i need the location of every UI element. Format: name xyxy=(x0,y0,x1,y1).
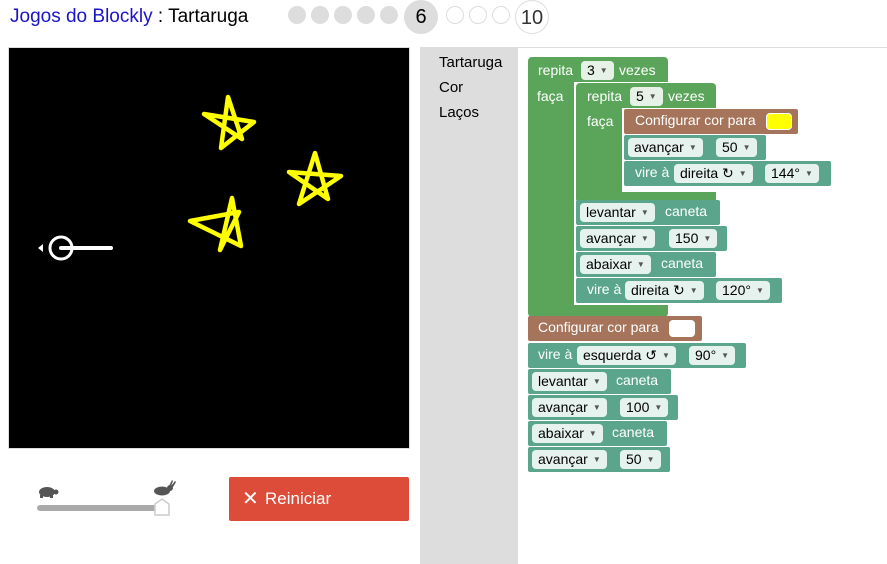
last-level[interactable]: 10 xyxy=(515,0,549,34)
close-icon: ✕ xyxy=(242,488,259,510)
turn-dir-1[interactable]: direita ↻ ▼ xyxy=(674,164,753,183)
pen-down-2-value: abaixar xyxy=(538,425,584,441)
pen-down-dropdown-2[interactable]: abaixar ▼ xyxy=(532,424,603,443)
move-value-1-text: 50 xyxy=(722,139,738,155)
set-color-label-2: Configurar cor para xyxy=(538,319,659,335)
current-level[interactable]: 6 xyxy=(404,0,438,34)
level-dot-2[interactable] xyxy=(311,6,329,24)
turn-dir-2[interactable]: direita ↻ ▼ xyxy=(625,281,704,300)
repeat-outer-label: repita xyxy=(538,62,574,78)
repeat-outer-count-value: 3 xyxy=(587,62,595,78)
speed-slider[interactable] xyxy=(37,480,177,520)
move-dir-2-value: avançar xyxy=(586,230,636,246)
speed-knob[interactable] xyxy=(154,498,170,516)
star-1 xyxy=(201,94,257,151)
repeat-inner-times: vezes xyxy=(668,88,705,104)
turn-dir-1-value: direita ↻ xyxy=(680,165,734,181)
move-value-2[interactable]: 150 ▼ xyxy=(669,229,718,248)
color-swatch-white[interactable] xyxy=(669,320,695,337)
move-value-4-text: 50 xyxy=(626,451,642,467)
reset-button[interactable]: ✕ Reiniciar xyxy=(229,477,409,521)
level-dot-7[interactable] xyxy=(446,6,464,24)
repeat-inner-count-value: 5 xyxy=(636,88,644,104)
level-dot-5[interactable] xyxy=(380,6,398,24)
turtle-icon xyxy=(38,235,113,261)
rabbit-fast-icon xyxy=(154,480,176,496)
turn-label-1: vire à xyxy=(635,164,670,180)
move-dir-4[interactable]: avançar ▼ xyxy=(532,450,607,469)
turn-dir-3[interactable]: esquerda ↺ ▼ xyxy=(577,346,676,365)
repeat-outer-count[interactable]: 3 ▼ xyxy=(581,61,614,80)
repeat-inner-do: faça xyxy=(587,113,614,129)
repeat-inner-count[interactable]: 5 ▼ xyxy=(630,87,663,106)
pen-label-3: caneta xyxy=(616,372,659,388)
level-dot-4[interactable] xyxy=(357,6,375,24)
turn-angle-2[interactable]: 120° ▼ xyxy=(716,281,770,300)
move-value-3-text: 100 xyxy=(626,399,650,415)
move-dir-3-value: avançar xyxy=(538,399,588,415)
turn-angle-1[interactable]: 144° ▼ xyxy=(765,164,819,183)
pen-up-1-value: levantar xyxy=(586,204,636,220)
color-swatch-yellow[interactable] xyxy=(766,113,792,130)
move-dir-3[interactable]: avançar ▼ xyxy=(532,398,607,417)
repeat-inner-label: repita xyxy=(587,88,623,104)
move-dir-1[interactable]: avançar ▼ xyxy=(628,138,703,157)
move-value-2-text: 150 xyxy=(675,230,699,246)
reset-label: Reiniciar xyxy=(265,489,332,508)
turtle-slow-icon xyxy=(39,487,59,498)
pen-label-4: caneta xyxy=(612,424,655,440)
pen-label-2: caneta xyxy=(661,255,704,271)
turn-label-2: vire à xyxy=(587,281,622,297)
level-dot-3[interactable] xyxy=(334,6,352,24)
pen-down-1-value: abaixar xyxy=(586,256,632,272)
level-dot-1[interactable] xyxy=(288,6,306,24)
move-value-3[interactable]: 100 ▼ xyxy=(620,398,669,417)
set-color-label-1: Configurar cor para xyxy=(635,112,756,128)
speed-track[interactable] xyxy=(37,505,165,511)
star-3 xyxy=(187,195,244,253)
toolbox-category-turtle[interactable]: Tartaruga xyxy=(439,54,502,71)
drawing-svg xyxy=(38,94,344,261)
turn-angle-1-value: 144° xyxy=(771,165,800,181)
pen-up-dropdown-1[interactable]: levantar ▼ xyxy=(580,203,655,222)
header: Jogos do Blockly : Tartaruga 6 10 xyxy=(0,0,887,46)
turn-angle-3-value: 90° xyxy=(695,347,717,363)
level-dot-9[interactable] xyxy=(492,6,510,24)
toolbox-category-loops[interactable]: Laços xyxy=(439,104,479,121)
turn-angle-2-value: 120° xyxy=(722,282,751,298)
repeat-outer-do: faça xyxy=(537,88,564,104)
move-dir-1-value: avançar xyxy=(634,139,684,155)
turn-angle-3[interactable]: 90° ▼ xyxy=(689,346,736,365)
pen-down-dropdown-1[interactable]: abaixar ▼ xyxy=(580,255,651,274)
blocks-workspace[interactable]: repita 3 ▼ vezes faça repita 5 ▼ vezes faç… xyxy=(518,48,887,564)
star-2 xyxy=(286,150,344,207)
turn-label-3: vire à xyxy=(538,346,573,362)
page-title: Jogos do Blockly : Tartaruga xyxy=(10,6,248,28)
pen-label-1: caneta xyxy=(665,203,708,219)
move-dir-2[interactable]: avançar ▼ xyxy=(580,229,655,248)
pen-up-dropdown-2[interactable]: levantar ▼ xyxy=(532,372,607,391)
turn-dir-3-value: esquerda ↺ xyxy=(583,347,657,363)
toolbox: Tartaruga Cor Laços xyxy=(420,48,518,564)
level-title: : Tartaruga xyxy=(152,6,249,27)
toolbox-category-color[interactable]: Cor xyxy=(439,79,463,96)
move-value-1[interactable]: 50 ▼ xyxy=(716,138,757,157)
move-dir-4-value: avançar xyxy=(538,451,588,467)
repeat-outer-times: vezes xyxy=(619,62,656,78)
move-value-4[interactable]: 50 ▼ xyxy=(620,450,661,469)
pen-up-2-value: levantar xyxy=(538,373,588,389)
turtle-canvas xyxy=(8,47,410,449)
turn-dir-2-value: direita ↻ xyxy=(631,282,685,298)
level-dot-8[interactable] xyxy=(469,6,487,24)
games-home-link[interactable]: Jogos do Blockly xyxy=(10,6,153,27)
